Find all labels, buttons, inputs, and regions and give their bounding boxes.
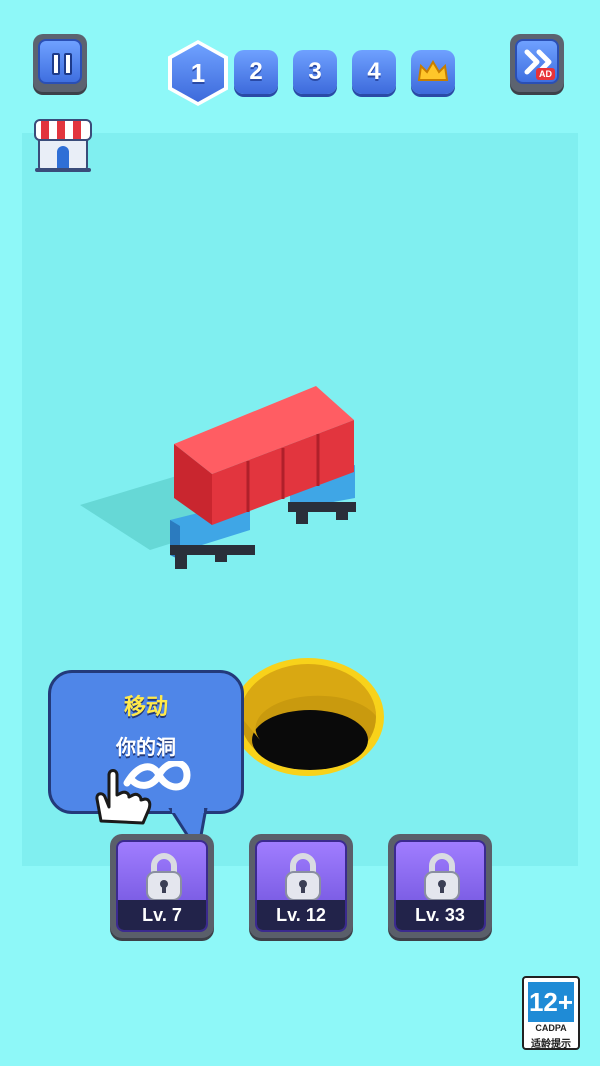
crown-icon [417,60,449,81]
pause-button[interactable] [33,34,87,92]
lock-icon [424,853,460,901]
skin-level-label: Lv. 7 [118,900,206,930]
age-rating-value: 12+ [528,982,574,1022]
shop-button[interactable] [33,114,93,174]
container-obstacle [80,386,356,569]
tutorial-title: 移动 [123,695,168,720]
level-boss [411,50,455,94]
level-3: 3 [293,50,337,94]
age-rating-org: CADPA [535,1023,567,1033]
skip-level-button[interactable]: AD [510,34,564,92]
tutorial-bubble: 移动 你的洞 [48,670,244,825]
age-rating-note: 适龄提示 [531,1039,571,1050]
player-hole[interactable] [230,656,386,778]
level-current: 1 [168,40,228,106]
level-4: 4 [352,50,396,94]
skin-level-label: Lv. 33 [396,900,484,930]
skin-locked-3[interactable]: Lv. 33 [388,834,492,938]
age-rating-badge: 12+ CADPA 适龄提示 [522,976,580,1050]
lock-icon [285,853,321,901]
skin-level-label: Lv. 12 [257,900,345,930]
skin-locked-2[interactable]: Lv. 12 [249,834,353,938]
skin-locked-1[interactable]: Lv. 7 [110,834,214,938]
level-2: 2 [234,50,278,94]
lock-icon [146,853,182,901]
ad-badge: AD [536,68,555,80]
level-current-number: 1 [172,44,224,102]
tutorial-subtitle: 你的洞 [116,735,176,759]
shop-icon [34,119,92,172]
